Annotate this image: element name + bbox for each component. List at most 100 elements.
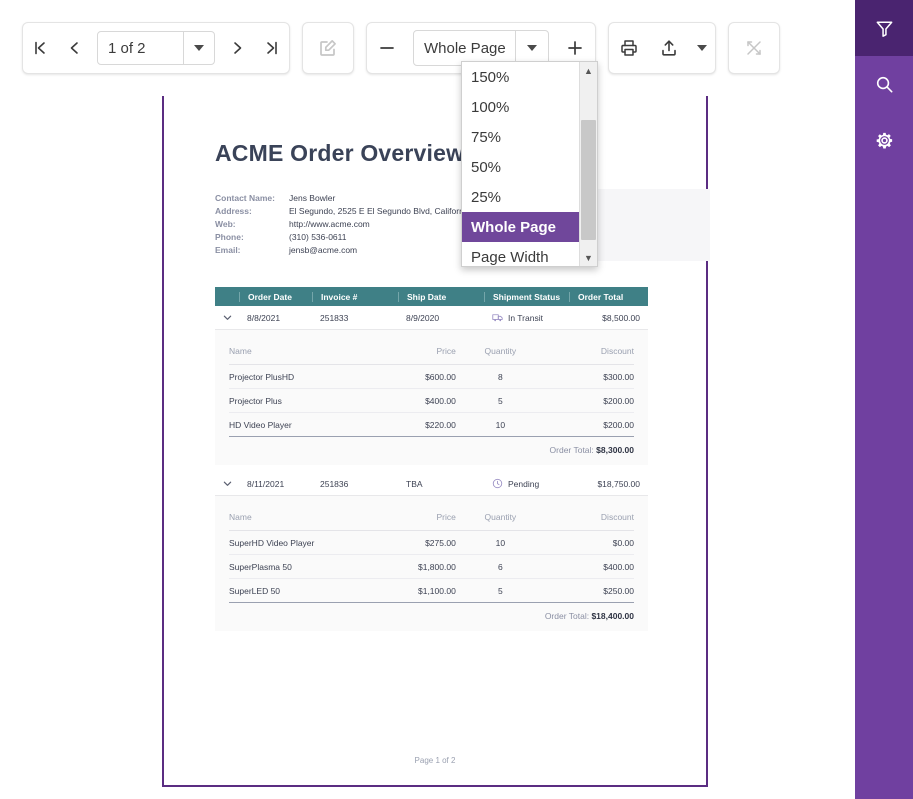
cell-invoice: 251836 <box>312 479 398 489</box>
contact-label: Contact Name: <box>215 192 289 205</box>
detail-column-quantity: Quantity <box>456 346 545 365</box>
clock-icon <box>492 478 503 489</box>
order-total-value: $8,300.00 <box>596 445 634 455</box>
order-items-table: Name Price Quantity Discount SuperHD Vid… <box>229 512 634 603</box>
document-viewer[interactable]: ACME Order Overview Contact Name: Jens B… <box>0 96 855 799</box>
cell-ship-date: 8/9/2020 <box>398 313 484 323</box>
cell-order-date: 8/11/2021 <box>239 479 312 489</box>
toolbar-spacer <box>290 48 302 49</box>
chevron-down-icon <box>527 45 537 51</box>
item-name: SuperPlasma 50 <box>229 555 342 579</box>
contact-label: Email: <box>215 244 289 257</box>
chevron-down-icon <box>223 313 232 322</box>
item-discount: $250.00 <box>545 579 634 603</box>
edit-annotate-icon <box>318 38 338 58</box>
zoom-option-50[interactable]: 50% <box>462 152 579 182</box>
zoom-out-button[interactable] <box>367 26 407 70</box>
status-label: Pending <box>508 479 539 489</box>
next-page-button[interactable] <box>221 26 255 70</box>
order-detail-panel: Name Price Quantity Discount SuperHD Vid… <box>215 496 648 631</box>
cell-invoice: 251833 <box>312 313 398 323</box>
export-upload-icon <box>659 38 679 58</box>
table-row[interactable]: 8/8/2021 251833 8/9/2020 <box>215 306 648 330</box>
fit-toggle-button[interactable] <box>737 26 771 70</box>
zoom-option-100[interactable]: 100% <box>462 92 579 122</box>
page-number-dropdown-button[interactable] <box>183 32 214 64</box>
table-row[interactable]: 8/11/2021 251836 TBA Pending <box>215 472 648 496</box>
export-button[interactable] <box>649 26 689 70</box>
status-label: In Transit <box>508 313 543 323</box>
table-row: SuperPlasma 50 $1,800.00 6 $400.00 <box>229 555 634 579</box>
toolbar-spacer-3 <box>596 48 608 49</box>
order-total-value: $18,400.00 <box>591 611 634 621</box>
row-expander-button[interactable] <box>215 313 239 322</box>
item-discount: $200.00 <box>545 389 634 413</box>
column-header-shipment-status: Shipment Status <box>484 292 569 302</box>
item-quantity: 6 <box>456 555 545 579</box>
zoom-option-page-width[interactable]: Page Width <box>462 242 579 266</box>
annotate-group <box>302 22 354 74</box>
order-total-label: Order Total: <box>550 445 594 455</box>
report-viewer-app: 1 of 2 <box>0 0 913 799</box>
zoom-option-150[interactable]: 150% <box>462 62 579 92</box>
scrollbar-thumb[interactable] <box>581 120 596 240</box>
gear-icon <box>874 130 895 151</box>
order-items-table: Name Price Quantity Discount Projector P… <box>229 346 634 437</box>
item-price: $1,100.00 <box>342 579 455 603</box>
scroll-up-arrow-icon[interactable]: ▲ <box>580 62 597 79</box>
page-number-field[interactable]: 1 of 2 <box>97 31 215 65</box>
chevron-down-icon <box>697 45 707 51</box>
contact-value: Jens Bowler <box>289 192 470 205</box>
detail-column-discount: Discount <box>545 512 634 531</box>
zoom-option-whole-page[interactable]: Whole Page <box>462 212 579 242</box>
table-row: SuperLED 50 $1,100.00 5 $250.00 <box>229 579 634 603</box>
zoom-dropdown-list[interactable]: 150% 100% 75% 50% 25% Whole Page Page Wi… <box>461 61 598 267</box>
contact-value: jensb@acme.com <box>289 244 470 257</box>
fit-group <box>728 22 780 74</box>
detail-column-name: Name <box>229 346 342 365</box>
cell-ship-date: TBA <box>398 479 484 489</box>
search-icon <box>874 74 895 95</box>
filter-icon <box>874 18 895 39</box>
zoom-dropdown-scrollbar[interactable]: ▲ ▼ <box>579 62 597 266</box>
zoom-option-25[interactable]: 25% <box>462 182 579 212</box>
first-page-button[interactable] <box>23 26 57 70</box>
previous-page-button[interactable] <box>57 26 91 70</box>
contact-row: Contact Name: Jens Bowler <box>215 192 470 205</box>
cell-order-total: $8,500.00 <box>569 313 648 323</box>
item-price: $275.00 <box>342 531 455 555</box>
cell-order-total: $18,750.00 <box>569 479 648 489</box>
sidebar-item-search[interactable] <box>855 56 913 112</box>
print-export-group <box>608 22 716 74</box>
print-icon <box>619 38 639 58</box>
scroll-down-arrow-icon[interactable]: ▼ <box>580 249 597 266</box>
zoom-option-75[interactable]: 75% <box>462 122 579 152</box>
order-total-label: Order Total: <box>545 611 589 621</box>
item-discount: $0.00 <box>545 531 634 555</box>
sidebar-item-filter[interactable] <box>855 0 913 56</box>
item-name: Projector Plus <box>229 389 342 413</box>
page-content: ACME Order Overview Contact Name: Jens B… <box>164 96 706 785</box>
table-row: SuperHD Video Player $275.00 10 $0.00 <box>229 531 634 555</box>
previous-page-icon <box>65 39 83 57</box>
column-header-invoice: Invoice # <box>312 292 398 302</box>
print-button[interactable] <box>609 26 649 70</box>
last-page-button[interactable] <box>255 26 289 70</box>
item-name: SuperHD Video Player <box>229 531 342 555</box>
column-header-ship-date: Ship Date <box>398 292 484 302</box>
sidebar-item-settings[interactable] <box>855 112 913 168</box>
zoom-dropdown-button[interactable] <box>515 31 548 65</box>
cell-order-date: 8/8/2021 <box>239 313 312 323</box>
chevron-down-icon <box>223 479 232 488</box>
contact-row: Phone: (310) 536-0611 <box>215 231 470 244</box>
detail-column-discount: Discount <box>545 346 634 365</box>
item-price: $400.00 <box>342 389 455 413</box>
export-dropdown-button[interactable] <box>689 26 715 70</box>
order-total-summary: Order Total: $18,400.00 <box>229 603 634 621</box>
item-name: SuperLED 50 <box>229 579 342 603</box>
row-expander-button[interactable] <box>215 479 239 488</box>
viewer-toolbar: 1 of 2 <box>0 0 855 96</box>
document-page: ACME Order Overview Contact Name: Jens B… <box>162 96 708 787</box>
contact-row: Web: http://www.acme.com <box>215 218 470 231</box>
annotate-button[interactable] <box>311 26 345 70</box>
